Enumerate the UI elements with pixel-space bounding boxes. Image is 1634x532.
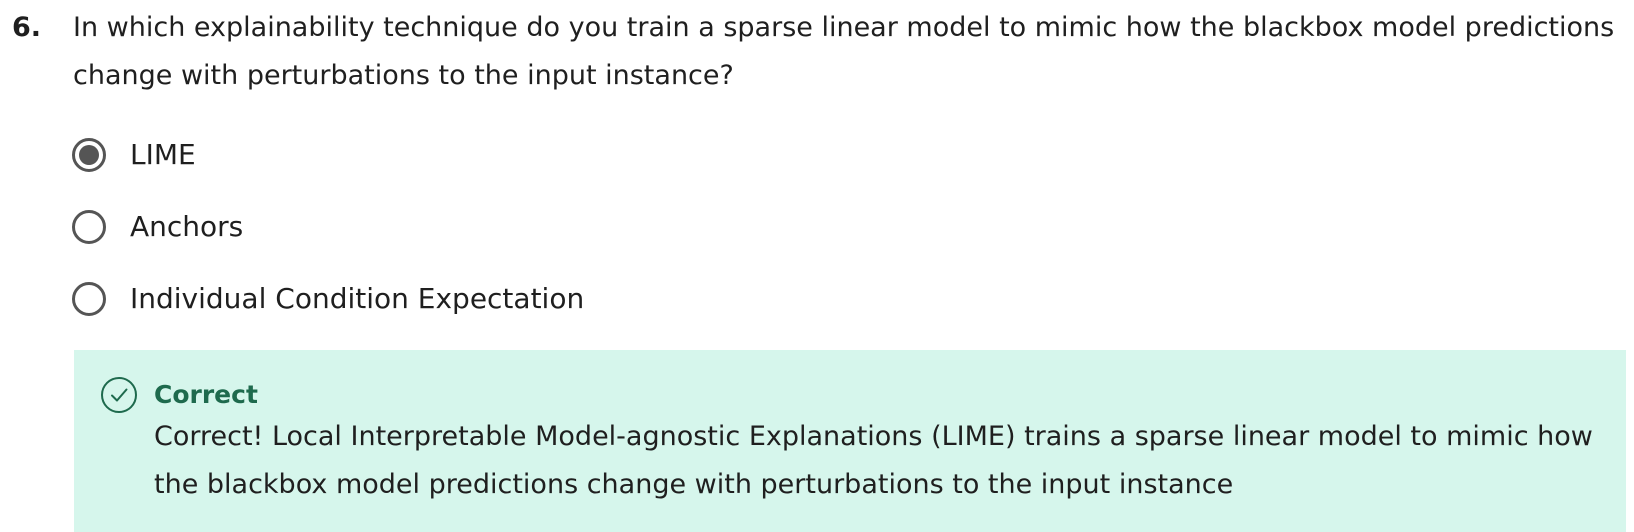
option-label: LIME — [130, 138, 196, 171]
radio-unselected-icon[interactable] — [72, 282, 106, 316]
feedback-panel: Correct Correct! Local Interpretable Mod… — [74, 350, 1626, 532]
answer-options: LIME Anchors Individual Condition Expect… — [72, 135, 584, 351]
radio-unselected-icon[interactable] — [72, 210, 106, 244]
question-text: In which explainability technique do you… — [73, 12, 1615, 91]
feedback-title: Correct — [154, 380, 258, 409]
option-lime[interactable]: LIME — [72, 135, 584, 175]
option-label: Individual Condition Expectation — [130, 282, 585, 315]
radio-selected-icon[interactable] — [72, 138, 106, 172]
option-anchors[interactable]: Anchors — [72, 207, 584, 247]
option-label: Anchors — [130, 210, 244, 243]
question-number: 6. — [12, 12, 42, 43]
option-individual-condition-expectation[interactable]: Individual Condition Expectation — [72, 279, 584, 319]
feedback-text: Correct! Local Interpretable Model-agnos… — [154, 421, 1593, 500]
check-circle-icon — [101, 377, 137, 413]
radio-dot — [79, 145, 99, 165]
